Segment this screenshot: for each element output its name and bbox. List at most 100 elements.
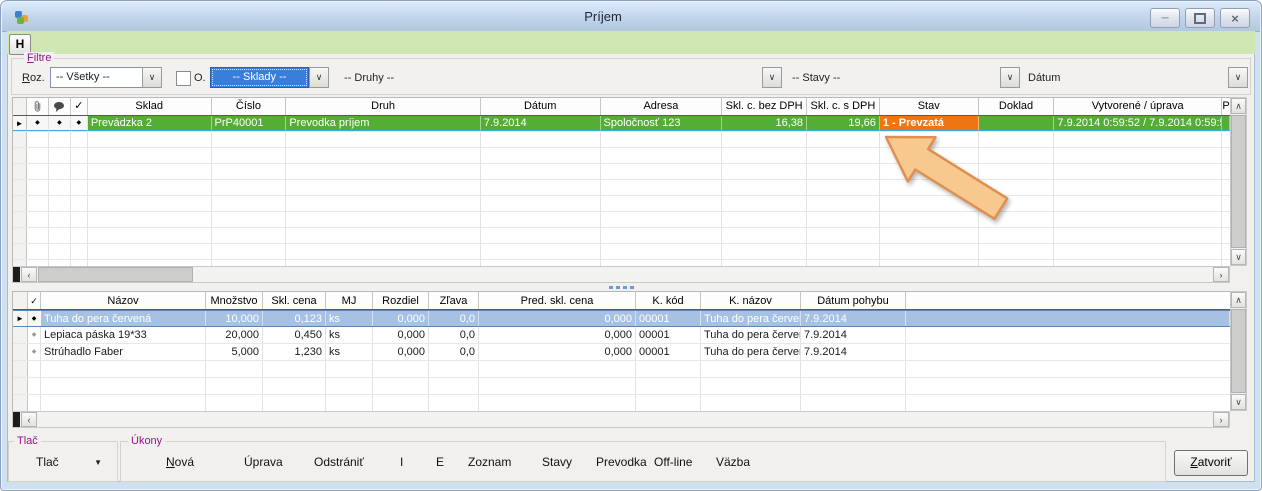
empty-cell bbox=[28, 395, 41, 411]
chevron-down-icon[interactable]: ∨ bbox=[142, 67, 162, 88]
detail-table-empty-row[interactable] bbox=[13, 361, 1230, 378]
scroll-left-arrow[interactable]: ‹ bbox=[21, 267, 37, 282]
datum-combobox-arrow[interactable]: ∨ bbox=[1228, 67, 1248, 88]
column-header-cislo[interactable]: Číslo bbox=[212, 98, 287, 115]
column-header-sklad[interactable]: Sklad bbox=[88, 98, 212, 115]
hscroll-thumb[interactable] bbox=[38, 267, 193, 282]
main-table-empty-row[interactable] bbox=[13, 212, 1230, 228]
detail-table-row[interactable]: ► ◆ Tuha do pera červená 10,000 0,123 ks… bbox=[13, 310, 1230, 327]
attachment-column-header[interactable] bbox=[27, 98, 49, 115]
maximize-button[interactable] bbox=[1185, 8, 1215, 28]
check-column-header[interactable]: ✓ bbox=[71, 98, 88, 115]
empty-cell bbox=[88, 132, 212, 147]
main-table-hscrollbar[interactable]: ‹ › bbox=[12, 266, 1230, 283]
main-table-empty-row[interactable] bbox=[13, 132, 1230, 148]
column-header-skl-cena[interactable]: Skl. cena bbox=[263, 292, 326, 309]
export-button[interactable]: E bbox=[432, 452, 448, 472]
detail-table-hscrollbar[interactable]: ‹ › bbox=[12, 411, 1230, 428]
column-header-partial[interactable]: P bbox=[1222, 98, 1230, 115]
column-header-s-dph[interactable]: Skl. c. s DPH bbox=[807, 98, 880, 115]
column-header-nazov[interactable]: Názov bbox=[41, 292, 206, 309]
detail-table-row[interactable]: ◆ Lepiaca páska 19*33 20,000 0,450 ks 0,… bbox=[13, 327, 1230, 344]
main-table-empty-row[interactable] bbox=[13, 164, 1230, 180]
empty-cell bbox=[601, 244, 723, 259]
detail-table-row[interactable]: ◆ Strúhadlo Faber 5,000 1,230 ks 0,000 0… bbox=[13, 344, 1230, 361]
uprava-button[interactable]: Úprava bbox=[240, 452, 287, 472]
main-table-vscrollbar[interactable]: ∧ ∨ bbox=[1230, 97, 1247, 266]
empty-cell bbox=[49, 212, 71, 227]
stavy-combobox-value[interactable]: -- Stavy -- bbox=[792, 72, 840, 84]
column-header-zlava[interactable]: Zľava bbox=[429, 292, 479, 309]
datum-combobox-value[interactable]: Dátum bbox=[1028, 72, 1060, 84]
column-header-vytvorene[interactable]: Vytvorené / úprava bbox=[1054, 98, 1222, 115]
column-header-adresa[interactable]: Adresa bbox=[601, 98, 723, 115]
column-header-stav[interactable]: Stav bbox=[880, 98, 979, 115]
scroll-down-arrow[interactable]: ∨ bbox=[1231, 249, 1246, 265]
check-column-header[interactable]: ✓ bbox=[28, 292, 41, 309]
cell-vytvorene: 7.9.2014 0:59:52 / 7.9.2014 0:59:52 bbox=[1054, 116, 1222, 131]
scroll-right-arrow[interactable]: › bbox=[1213, 267, 1229, 282]
main-table-selected-row[interactable]: ► ◆ ◆ ◆ Prevádzka 2 PrP40001 Prevodka pr… bbox=[13, 116, 1230, 132]
scroll-left-arrow[interactable]: ‹ bbox=[21, 412, 37, 427]
tlac-button[interactable]: Tlač ▼ bbox=[26, 450, 112, 474]
column-header-doklad[interactable]: Doklad bbox=[979, 98, 1055, 115]
stavy-button[interactable]: Stavy bbox=[538, 452, 576, 472]
import-button[interactable]: I bbox=[396, 452, 407, 472]
offline-button[interactable]: Off-line bbox=[650, 452, 696, 472]
main-table-empty-row[interactable] bbox=[13, 244, 1230, 260]
detail-table-empty-row[interactable] bbox=[13, 395, 1230, 412]
o-checkbox[interactable] bbox=[176, 71, 191, 86]
column-header-k-kod[interactable]: K. kód bbox=[636, 292, 701, 309]
scroll-up-arrow[interactable]: ∧ bbox=[1231, 292, 1246, 308]
check-flag-icon: ◆ bbox=[28, 344, 41, 360]
scroll-down-arrow[interactable]: ∨ bbox=[1231, 394, 1246, 410]
main-table-empty-row[interactable] bbox=[13, 180, 1230, 196]
vscroll-thumb[interactable] bbox=[1231, 115, 1246, 248]
column-header-rozdiel[interactable]: Rozdiel bbox=[373, 292, 429, 309]
empty-cell bbox=[373, 395, 429, 411]
scrollbar-grip[interactable] bbox=[13, 412, 20, 427]
stavy-combobox-arrow[interactable]: ∨ bbox=[1000, 67, 1020, 88]
minimize-button[interactable]: ─ bbox=[1150, 8, 1180, 28]
main-table-empty-row[interactable] bbox=[13, 228, 1230, 244]
title-bar[interactable]: Príjem ─ × bbox=[2, 2, 1260, 32]
column-header-datum-pohybu[interactable]: Dátum pohybu bbox=[801, 292, 906, 309]
odstranit-button[interactable]: Odstrániť bbox=[310, 452, 368, 472]
vazba-button[interactable]: Väzba bbox=[712, 452, 754, 472]
zatvorit-button[interactable]: Zatvoriť bbox=[1174, 450, 1248, 476]
column-header-bez-dph[interactable]: Skl. c. bez DPH bbox=[722, 98, 807, 115]
column-header-mj[interactable]: MJ bbox=[326, 292, 373, 309]
detail-table-vscrollbar[interactable]: ∧ ∨ bbox=[1230, 291, 1247, 411]
empty-cell bbox=[601, 196, 723, 211]
prevodka-button[interactable]: Prevodka bbox=[592, 452, 651, 472]
sklady-combobox[interactable]: -- Sklady -- ∨ bbox=[210, 67, 329, 88]
rozsah-combobox[interactable]: -- Všetky -- ∨ bbox=[50, 67, 162, 88]
comment-column-header[interactable] bbox=[49, 98, 71, 115]
chevron-down-icon[interactable]: ∨ bbox=[1000, 67, 1020, 88]
splitter-handle[interactable] bbox=[12, 284, 1230, 290]
column-header-pred-skl-cena[interactable]: Pred. skl. cena bbox=[479, 292, 636, 309]
main-table-empty-row[interactable] bbox=[13, 148, 1230, 164]
empty-cell bbox=[27, 180, 49, 195]
column-header-mnozstvo[interactable]: Množstvo bbox=[206, 292, 263, 309]
zoznam-button[interactable]: Zoznam bbox=[464, 452, 515, 472]
column-header-datum[interactable]: Dátum bbox=[481, 98, 601, 115]
close-button[interactable]: × bbox=[1220, 8, 1250, 28]
cell-mj: ks bbox=[326, 327, 373, 343]
detail-table-empty-row[interactable] bbox=[13, 378, 1230, 395]
scroll-up-arrow[interactable]: ∧ bbox=[1231, 98, 1246, 114]
main-table-empty-row[interactable] bbox=[13, 196, 1230, 212]
chevron-down-icon[interactable]: ∨ bbox=[309, 67, 329, 88]
scroll-right-arrow[interactable]: › bbox=[1213, 412, 1229, 427]
vscroll-thumb[interactable] bbox=[1231, 309, 1246, 393]
druhy-combobox-arrow[interactable]: ∨ bbox=[762, 67, 782, 88]
column-header-k-nazov[interactable]: K. názov bbox=[701, 292, 801, 309]
empty-cell bbox=[1222, 228, 1230, 243]
chevron-down-icon[interactable]: ∨ bbox=[762, 67, 782, 88]
column-header-druh[interactable]: Druh bbox=[286, 98, 481, 115]
nova-button[interactable]: Nová bbox=[162, 452, 198, 472]
scrollbar-grip[interactable] bbox=[13, 267, 20, 282]
chevron-down-icon[interactable]: ∨ bbox=[1228, 67, 1248, 88]
empty-cell bbox=[286, 244, 481, 259]
druhy-combobox-value[interactable]: -- Druhy -- bbox=[344, 72, 394, 84]
